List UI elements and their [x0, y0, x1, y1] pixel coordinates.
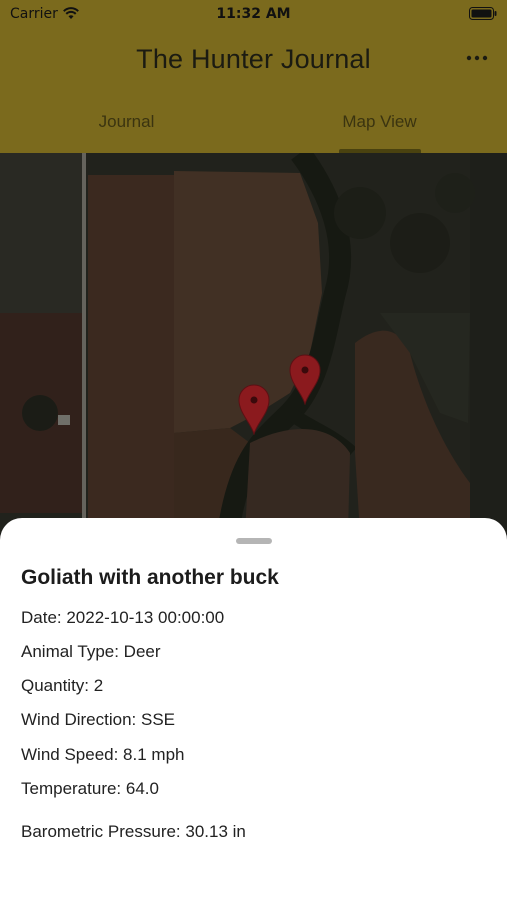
entry-detail-sheet: Goliath with another buck Date: 2022-10-… [0, 518, 507, 900]
map-dim-overlay [0, 153, 507, 533]
map-pin-icon[interactable] [288, 353, 322, 405]
app-title: The Hunter Journal [136, 44, 371, 74]
detail-wind-direction: Wind Direction: SSE [21, 710, 175, 729]
detail-wind-speed: Wind Speed: 8.1 mph [21, 745, 185, 764]
tab-journal-label: Journal [98, 112, 155, 131]
detail-date: Date: 2022-10-13 00:00:00 [21, 608, 225, 627]
status-time: 11:32 AM [216, 6, 291, 22]
detail-animal-type: Animal Type: Deer [21, 642, 161, 661]
battery-icon [469, 7, 497, 20]
tab-map-view[interactable]: Map View [253, 106, 506, 153]
detail-barometric-pressure: Barometric Pressure: 30.13 in [21, 822, 246, 841]
tab-map-view-label: Map View [342, 112, 417, 131]
map-pin-icon[interactable] [237, 383, 271, 435]
more-horizontal-icon[interactable] [465, 50, 489, 66]
app-screen: Carrier 11:32 AM The Hunter Journal Jour… [0, 0, 507, 900]
tab-bar: Journal Map View [0, 106, 507, 153]
sheet-drag-handle[interactable] [236, 538, 272, 544]
entry-title: Goliath with another buck [21, 566, 279, 589]
app-header: The Hunter Journal Journal Map View [0, 28, 507, 153]
detail-temperature: Temperature: 64.0 [21, 779, 159, 798]
status-bar: Carrier 11:32 AM [0, 0, 507, 28]
tab-journal[interactable]: Journal [0, 106, 253, 153]
satellite-map[interactable] [0, 153, 507, 533]
detail-quantity: Quantity: 2 [21, 676, 104, 695]
